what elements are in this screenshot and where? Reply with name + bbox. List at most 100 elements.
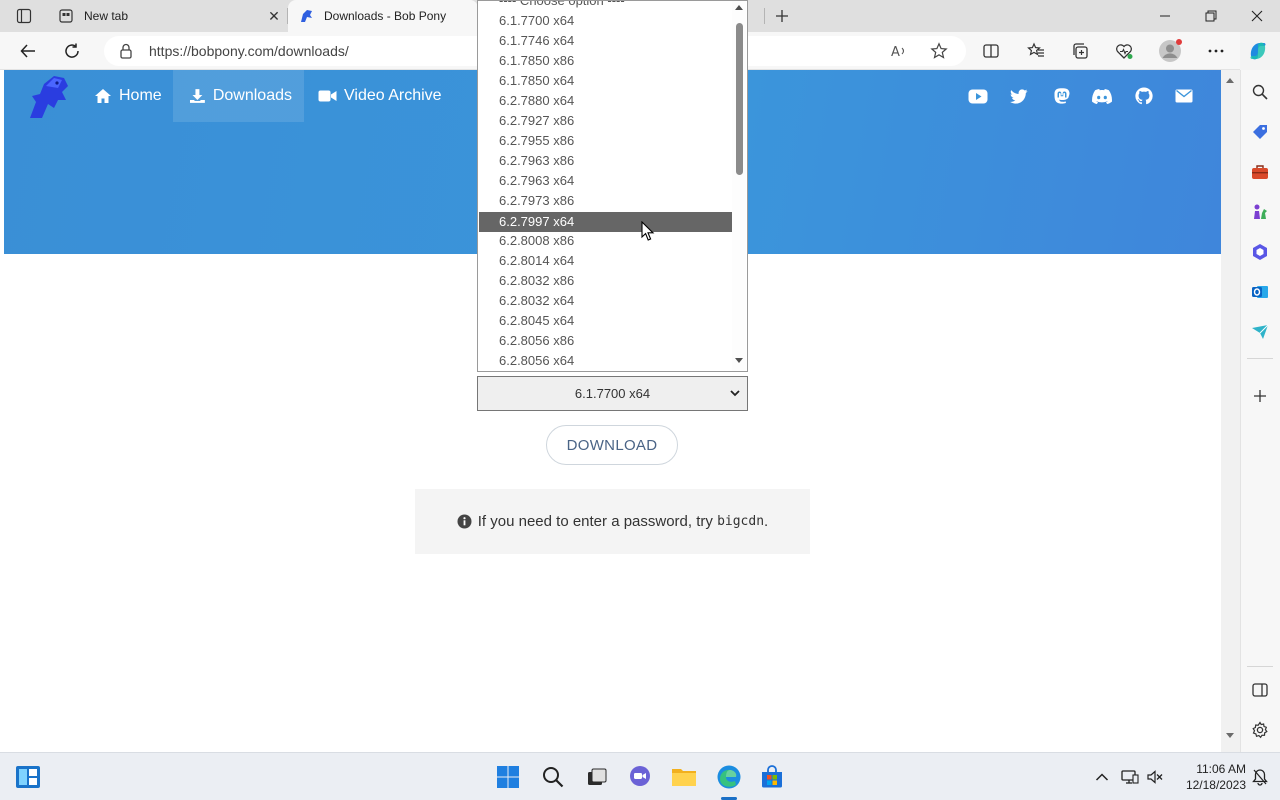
start-windows-icon[interactable]	[494, 763, 522, 791]
add-sidebar-app-icon[interactable]	[1248, 384, 1272, 408]
favorites-icon[interactable]	[1020, 35, 1052, 67]
home-icon	[95, 89, 111, 103]
tools-briefcase-icon[interactable]	[1248, 160, 1272, 184]
clock-date: 12/18/2023	[1185, 778, 1246, 792]
url-text: https://bobpony.com/downloads/	[149, 43, 349, 59]
twitter-icon[interactable]	[1009, 86, 1029, 106]
password-notice: If you need to enter a password, try big…	[415, 489, 810, 554]
dropdown-option[interactable]: 6.2.7963 x64	[479, 171, 733, 191]
edge-browser-icon[interactable]	[715, 763, 743, 791]
scroll-up-icon[interactable]	[734, 4, 744, 11]
restore-button[interactable]	[1188, 0, 1234, 32]
search-icon[interactable]	[1248, 80, 1272, 104]
dropdown-option[interactable]: 6.1.7700 x64	[479, 11, 733, 31]
microsoft-365-icon[interactable]	[1248, 240, 1272, 264]
youtube-icon[interactable]	[968, 86, 988, 106]
tab-new-tab[interactable]: New tab ✕	[48, 0, 286, 32]
microsoft-store-icon[interactable]	[758, 763, 786, 791]
nav-downloads-label: Downloads	[212, 87, 292, 104]
dropdown-option[interactable]: 6.1.7850 x64	[479, 71, 733, 91]
widgets-icon[interactable]	[14, 763, 42, 791]
browser-essentials-icon[interactable]	[1108, 35, 1140, 67]
shopping-tag-icon[interactable]	[1248, 120, 1272, 144]
minimize-button[interactable]	[1142, 0, 1188, 32]
chevron-down-icon	[730, 390, 740, 397]
system-clock[interactable]: 11:06 AM 12/18/2023	[1170, 761, 1246, 793]
notification-bell-icon[interactable]	[1246, 763, 1274, 791]
dropdown-option-highlighted[interactable]: 6.2.7997 x64	[479, 212, 733, 232]
github-icon[interactable]	[1134, 86, 1154, 106]
mail-icon[interactable]	[1174, 86, 1194, 106]
settings-more-icon[interactable]	[1200, 35, 1232, 67]
tab-close-icon[interactable]: ✕	[262, 4, 286, 28]
bob-pony-favicon-icon	[298, 8, 314, 24]
collections-icon[interactable]	[1064, 35, 1096, 67]
dropdown-option[interactable]: 6.1.7850 x86	[479, 51, 733, 71]
tab-title: Downloads - Bob Pony	[324, 9, 447, 23]
version-select[interactable]: 6.1.7700 x64	[477, 376, 748, 411]
page-scrollbar[interactable]	[1221, 70, 1240, 752]
task-view-icon[interactable]	[583, 763, 611, 791]
network-icon[interactable]	[1116, 763, 1144, 791]
customize-gear-icon[interactable]	[1248, 718, 1272, 742]
copilot-icon[interactable]	[1242, 35, 1274, 67]
notice-suffix: .	[764, 513, 769, 530]
version-dropdown-list[interactable]: ---- Choose option ---- 6.1.7700 x64 6.1…	[477, 0, 748, 372]
dropdown-option[interactable]: 6.2.7927 x86	[479, 111, 733, 131]
nav-video-archive-label: Video Archive	[344, 87, 442, 104]
dropdown-option[interactable]: 6.2.8014 x64	[479, 251, 733, 271]
tab-title: New tab	[84, 9, 129, 23]
nav-video-archive[interactable]: Video Archive	[306, 70, 454, 122]
dropdown-option[interactable]: 6.2.7880 x64	[479, 91, 733, 111]
dropdown-option[interactable]: 6.2.8056 x86	[479, 331, 733, 351]
dropdown-option[interactable]: ---- Choose option ----	[479, 1, 733, 11]
outlook-icon[interactable]	[1248, 280, 1272, 304]
dropdown-option[interactable]: 6.2.8056 x64	[479, 351, 733, 371]
taskbar-search-icon[interactable]	[539, 763, 567, 791]
mastodon-icon[interactable]	[1052, 86, 1072, 106]
refresh-button[interactable]	[56, 35, 88, 67]
nav-home[interactable]: Home	[82, 70, 174, 122]
drop-send-icon[interactable]	[1248, 320, 1272, 344]
dropdown-option[interactable]: 6.2.8032 x86	[479, 271, 733, 291]
bob-pony-logo[interactable]	[24, 72, 74, 122]
dropdown-option[interactable]: 6.1.7746 x64	[479, 31, 733, 51]
hide-sidebar-icon[interactable]	[1248, 678, 1272, 702]
dropdown-scroll-thumb[interactable]	[736, 23, 743, 175]
back-button[interactable]	[12, 35, 44, 67]
tab-actions-icon[interactable]	[10, 4, 38, 28]
clock-time: 11:06 AM	[1196, 762, 1246, 776]
favorite-star-icon[interactable]	[923, 35, 955, 67]
dropdown-option[interactable]: 6.2.8008 x86	[479, 231, 733, 251]
scroll-up-icon[interactable]	[1225, 76, 1235, 84]
teams-chat-icon[interactable]	[626, 763, 654, 791]
new-tab-button[interactable]	[768, 4, 796, 28]
file-explorer-icon[interactable]	[670, 763, 698, 791]
split-screen-icon[interactable]	[975, 35, 1007, 67]
mouse-cursor-icon	[641, 221, 655, 241]
close-window-button[interactable]	[1234, 0, 1280, 32]
read-aloud-icon[interactable]: A	[883, 35, 915, 67]
games-chess-icon[interactable]	[1248, 200, 1272, 224]
dropdown-option[interactable]: 6.2.8032 x64	[479, 291, 733, 311]
dropdown-scrollbar[interactable]	[732, 1, 746, 371]
lock-icon[interactable]	[118, 42, 136, 60]
scroll-down-icon[interactable]	[734, 357, 744, 364]
discord-icon[interactable]	[1092, 86, 1112, 106]
dropdown-option[interactable]: 6.2.8045 x64	[479, 311, 733, 331]
dropdown-option[interactable]: 6.2.7973 x86	[479, 191, 733, 211]
scroll-down-icon[interactable]	[1225, 732, 1235, 740]
new-tab-page-icon	[58, 8, 74, 24]
dropdown-option[interactable]: 6.2.7963 x86	[479, 151, 733, 171]
sidebar-divider	[1247, 358, 1273, 359]
download-button[interactable]: DOWNLOAD	[546, 425, 678, 465]
dropdown-option[interactable]: 6.2.7955 x86	[479, 131, 733, 151]
nav-downloads[interactable]: Downloads	[173, 70, 304, 122]
volume-muted-icon[interactable]	[1141, 763, 1169, 791]
show-hidden-icons-chevron-up-icon[interactable]	[1088, 763, 1116, 791]
profile-avatar[interactable]	[1154, 35, 1186, 67]
notice-password-code: bigcdn	[717, 514, 765, 529]
video-camera-icon	[318, 90, 337, 102]
tab-downloads-bob-pony[interactable]: Downloads - Bob Pony	[288, 0, 478, 32]
sidebar-divider	[1247, 666, 1273, 667]
